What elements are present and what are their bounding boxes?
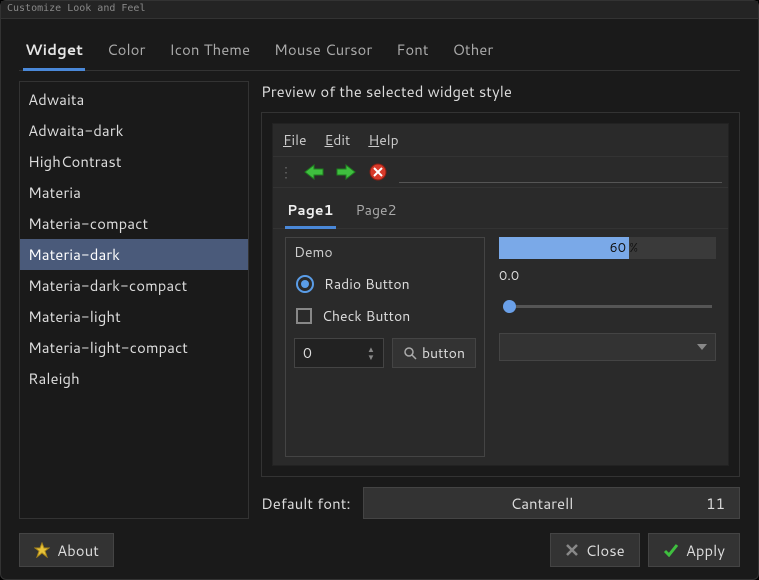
preview-menubar: File Edit Help	[273, 124, 728, 156]
theme-item[interactable]: Adwaita-dark	[20, 115, 248, 146]
combo-box[interactable]	[499, 333, 716, 361]
theme-item[interactable]: Materia	[20, 177, 248, 208]
about-label: About	[57, 540, 99, 561]
forward-button[interactable]	[335, 161, 357, 183]
menu-file[interactable]: File	[283, 130, 307, 150]
spin-value: 0	[303, 343, 312, 363]
scale-slider[interactable]	[499, 297, 716, 315]
arrow-right-icon	[336, 164, 356, 180]
radio-icon	[296, 275, 314, 293]
font-size: 11	[706, 493, 725, 514]
content-area: Widget Color Icon Theme Mouse Cursor Fon…	[1, 19, 758, 529]
inner-tab-page1[interactable]: Page1	[285, 196, 336, 229]
default-font-row: Default font: Cantarell 11	[261, 487, 740, 519]
theme-item[interactable]: Adwaita	[20, 84, 248, 115]
theme-item[interactable]: Materia-dark-compact	[20, 270, 248, 301]
menu-help[interactable]: Help	[368, 130, 398, 150]
demo-area: Demo Radio Button Check Button	[273, 229, 728, 465]
demo-button-label: button	[422, 343, 465, 363]
demo-right: 60 % 0.0	[499, 237, 716, 457]
tab-icon-theme[interactable]: Icon Theme	[167, 33, 252, 70]
radio-label: Radio Button	[324, 274, 410, 294]
theme-item[interactable]: HighContrast	[20, 146, 248, 177]
radio-button[interactable]: Radio Button	[294, 268, 476, 300]
scale-value-label: 0.0	[499, 267, 716, 285]
window: Customize Look and Feel Widget Color Ico…	[0, 0, 759, 580]
close-button[interactable]: Close	[550, 533, 640, 567]
progress-text: 60 %	[610, 239, 639, 257]
preview-inner-tabs: Page1 Page2	[273, 188, 728, 229]
spin-button[interactable]: 0 ▲▼	[294, 338, 384, 368]
check-icon	[663, 543, 679, 557]
preview-label: Preview of the selected widget style	[261, 81, 740, 102]
stop-icon	[369, 163, 387, 181]
theme-item[interactable]: Materia-compact	[20, 208, 248, 239]
menu-edit[interactable]: Edit	[325, 130, 351, 150]
tab-mouse-cursor[interactable]: Mouse Cursor	[272, 33, 374, 70]
preview-column: Preview of the selected widget style Fil…	[261, 81, 740, 519]
theme-item[interactable]: Materia-light	[20, 301, 248, 332]
arrow-left-icon	[304, 164, 324, 180]
progress-bar: 60 %	[499, 237, 716, 259]
tab-font[interactable]: Font	[394, 33, 430, 70]
stop-button[interactable]	[367, 161, 389, 183]
apply-label: Apply	[686, 540, 725, 561]
tab-widget[interactable]: Widget	[23, 33, 85, 71]
theme-item[interactable]: Raleigh	[20, 363, 248, 394]
widget-page: Adwaita Adwaita-dark HighContrast Materi…	[19, 81, 740, 519]
spin-arrows-icon[interactable]: ▲▼	[367, 339, 381, 367]
star-icon	[34, 542, 50, 558]
tab-color[interactable]: Color	[105, 33, 147, 70]
toolbar-entry[interactable]	[399, 161, 722, 183]
font-name: Cantarell	[378, 493, 706, 514]
preview-toolbar: ⋮	[273, 156, 728, 188]
theme-item[interactable]: Materia-light-compact	[20, 332, 248, 363]
demo-button[interactable]: button	[392, 338, 476, 368]
chevron-down-icon	[697, 344, 707, 350]
preview-box: File Edit Help ⋮	[261, 112, 740, 477]
checkbox-icon	[296, 308, 312, 324]
close-icon	[565, 543, 579, 557]
search-icon	[403, 346, 417, 360]
preview-widget: File Edit Help ⋮	[272, 123, 729, 466]
demo-frame: Demo Radio Button Check Button	[285, 237, 485, 457]
check-button[interactable]: Check Button	[294, 300, 476, 332]
action-bar: About Close Apply	[1, 529, 758, 579]
scale-track	[503, 305, 712, 308]
tab-other[interactable]: Other	[451, 33, 496, 70]
apply-button[interactable]: Apply	[648, 533, 740, 567]
window-title: Customize Look and Feel	[1, 1, 758, 19]
default-font-label: Default font:	[261, 493, 351, 514]
theme-item[interactable]: Materia-dark	[20, 239, 248, 270]
main-tabs: Widget Color Icon Theme Mouse Cursor Fon…	[19, 33, 740, 71]
font-chooser-button[interactable]: Cantarell 11	[363, 487, 740, 519]
about-button[interactable]: About	[19, 533, 114, 567]
close-label: Close	[586, 540, 625, 561]
theme-list[interactable]: Adwaita Adwaita-dark HighContrast Materi…	[19, 81, 249, 519]
toolbar-grip-icon[interactable]: ⋮	[279, 165, 293, 179]
demo-frame-title: Demo	[294, 242, 476, 262]
check-label: Check Button	[322, 306, 410, 326]
inner-tab-page2[interactable]: Page2	[354, 196, 399, 228]
back-button[interactable]	[303, 161, 325, 183]
scale-thumb[interactable]	[503, 300, 516, 313]
